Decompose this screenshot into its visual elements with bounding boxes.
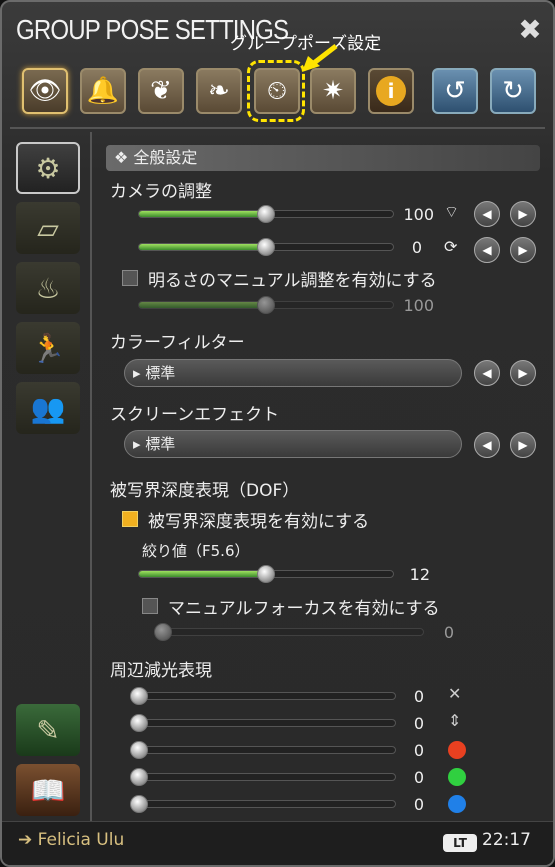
close-icon[interactable]: ✖ [514,14,546,46]
aperture-slider[interactable] [138,565,394,583]
status-bar: ➔ Felicia Ulu LT 22:17 [2,821,553,865]
camera-slider-2[interactable] [138,238,394,256]
blue-dot [448,795,466,813]
vignette-value: 0 [413,687,424,706]
vignette-label: 周辺減光表現 [110,661,212,681]
screen-effect-label: スクリーンエフェクト [110,405,280,425]
brightness-slider[interactable] [138,296,394,314]
vertical-icon: ⇕ [448,711,462,730]
screen-effect-dropdown[interactable]: ▸ 標準 [124,430,462,458]
book-light-icon[interactable]: 📖 [16,764,80,816]
prev-button[interactable]: ◀ [474,360,500,386]
annotation-arrow-icon [302,44,338,72]
effect-icon[interactable]: ✷ [310,68,356,114]
tree-icon[interactable]: ❦ [138,68,184,114]
manual-focus-checkbox[interactable] [142,598,158,614]
color-filter-dropdown[interactable]: ▸ 標準 [124,359,462,387]
eye-icon[interactable]: 👁 [22,68,68,114]
vignette-slider[interactable] [130,795,396,813]
vignette-value: 0 [413,795,424,814]
vignette-value: 0 [413,741,424,760]
running-figure-icon[interactable]: 🏃 [16,322,80,374]
brightness-value: 100 [403,296,434,315]
next-button[interactable]: ▶ [510,432,536,458]
red-dot [448,741,466,759]
camera-slider-1[interactable] [138,205,394,223]
vignette-value: 0 [413,714,424,733]
next-button[interactable]: ▶ [510,360,536,386]
clock: 22:17 [482,830,531,850]
section-header: ❖ 全般設定 [106,145,540,171]
group-pose-settings-window: GROUP POSE SETTINGS グループポーズ設定 ✖ 👁 🔔 ❦ ❧ … [0,0,555,867]
player-name: ➔ Felicia Ulu [18,830,125,850]
focus-slider[interactable] [154,623,424,641]
vignette-value: 0 [413,768,424,787]
next-button[interactable]: ▶ [510,237,536,263]
vignette-slider[interactable] [130,714,396,732]
expand-icon: ✕ [448,684,462,703]
book-feather-icon[interactable]: ✎ [16,704,80,756]
sidebar-divider [90,132,92,822]
dof-enable-checkbox[interactable] [122,511,138,527]
prev-button[interactable]: ◀ [474,432,500,458]
reset-icon: ⟳ [444,237,458,256]
vignette-slider[interactable] [130,768,396,786]
brightness-manual-label: 明るさのマニュアル調整を有効にする [148,271,437,291]
light-icon[interactable]: ♨ [16,262,80,314]
vignette-slider[interactable] [130,687,396,705]
camera-adjust-label: カメラの調整 [110,182,212,202]
manual-focus-label: マニュアルフォーカスを有効にする [168,599,440,619]
green-dot [448,768,466,786]
aperture-value: 12 [409,565,430,584]
highlight-box [247,60,305,122]
light-icon[interactable]: 🔔 [80,68,126,114]
prev-button[interactable]: ◀ [474,201,500,227]
dof-enable-label: 被写界深度表現を有効にする [148,512,370,532]
rotate-right-icon[interactable]: ↻ [490,68,536,114]
next-button[interactable]: ▶ [510,201,536,227]
vignette-slider[interactable] [130,741,396,759]
wifi-icon: ⌔ [444,202,460,221]
camera-slider-1-value: 100 [403,205,434,224]
brightness-manual-checkbox[interactable] [122,270,138,286]
camera-settings-icon[interactable]: ⚙ [16,142,80,194]
toolbar-divider [10,127,545,129]
dof-label: 被写界深度表現（DOF） [110,481,300,501]
focus-value: 0 [443,623,454,642]
lt-badge: LT [443,834,477,852]
aperture-label: 絞り値（F5.6） [142,542,250,560]
group-figures-icon[interactable]: 👥 [16,382,80,434]
camera-slider-2-value: 0 [411,238,422,257]
info-icon[interactable]: i [368,68,414,114]
color-filter-label: カラーフィルター [110,333,245,353]
prev-button[interactable]: ◀ [474,237,500,263]
rotate-left-icon[interactable]: ↺ [432,68,478,114]
figure-tree-icon[interactable]: ❧ [196,68,242,114]
frame-icon[interactable]: ▱ [16,202,80,254]
